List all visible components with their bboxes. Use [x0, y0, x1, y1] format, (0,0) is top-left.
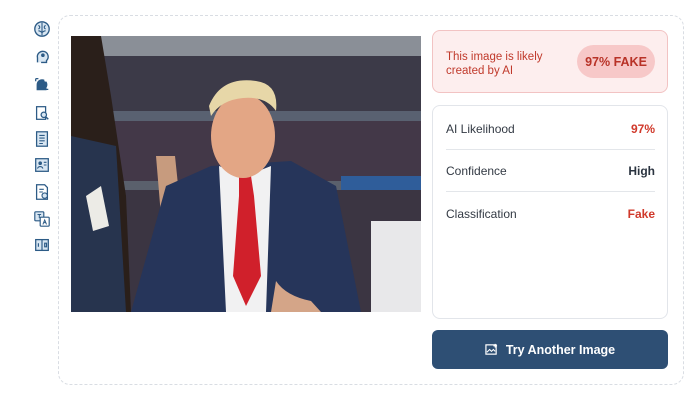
- document-edit-icon[interactable]: [27, 181, 57, 203]
- brain-icon[interactable]: [27, 18, 57, 40]
- compare-icon[interactable]: [27, 234, 57, 256]
- metric-value: High: [628, 163, 655, 178]
- result-message: This image is likely created by AI: [446, 51, 543, 77]
- metric-value: 97%: [630, 121, 655, 136]
- head-idea-icon[interactable]: [27, 46, 57, 68]
- metric-row-ai-likelihood: AI Likelihood 97%: [446, 108, 655, 150]
- face-scan-icon[interactable]: [27, 73, 57, 95]
- fake-score-badge: 97% FAKE: [577, 45, 655, 78]
- metric-label: Confidence: [446, 163, 507, 178]
- document-search-icon[interactable]: [27, 102, 57, 124]
- user-document-icon[interactable]: [27, 154, 57, 176]
- analyzed-image: [71, 36, 421, 312]
- try-another-label: Try Another Image: [505, 342, 616, 357]
- translate-icon[interactable]: [27, 208, 57, 230]
- metric-value: Fake: [627, 207, 655, 221]
- metric-row-classification: Classification Fake: [446, 193, 655, 235]
- image-upload-icon: [485, 343, 497, 355]
- metric-row-confidence: Confidence High: [446, 150, 655, 192]
- try-another-image-button[interactable]: Try Another Image: [432, 330, 668, 369]
- document-list-icon[interactable]: [27, 128, 57, 150]
- metric-label: AI Likelihood: [446, 121, 515, 136]
- metric-label: Classification: [446, 207, 517, 221]
- metrics-panel: AI Likelihood 97% Confidence High Classi…: [432, 105, 668, 319]
- result-banner: This image is likely created by AI 97% F…: [432, 30, 668, 93]
